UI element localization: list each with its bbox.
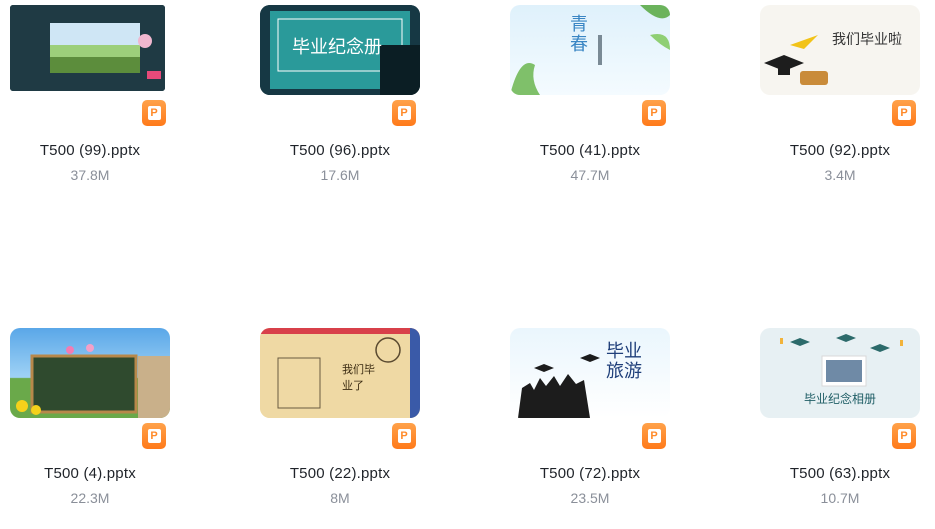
file-size: 3.4M [824, 167, 856, 183]
file-size: 8M [330, 490, 350, 506]
pptx-file-icon: P [642, 100, 666, 126]
file-thumbnail[interactable]: 我们毕业啦 [760, 5, 920, 95]
slide-preview-image [518, 354, 600, 418]
file-thumbnail[interactable]: 毕业纪念相册 [760, 328, 920, 418]
file-size: 17.6M [320, 167, 360, 183]
file-name[interactable]: T500 (99).pptx [0, 142, 190, 159]
pptx-file-icon: P [392, 100, 416, 126]
file-name[interactable]: T500 (92).pptx [740, 142, 935, 159]
file-thumbnail[interactable]: 毕业纪念册 [260, 5, 420, 95]
pptx-file-icon: P [892, 100, 916, 126]
thumbnail-title: 青春 [570, 14, 588, 55]
thumbnail-title: 毕业纪念相册 [804, 392, 877, 406]
file-size: 23.5M [570, 490, 610, 506]
file-size: 10.7M [820, 490, 860, 506]
file-name[interactable]: T500 (22).pptx [240, 465, 440, 482]
file-thumbnail[interactable] [10, 5, 165, 91]
pptx-file-icon: P [392, 423, 416, 449]
file-name[interactable]: T500 (72).pptx [490, 465, 690, 482]
thumbnail-title: 毕业旅游 [606, 341, 642, 382]
pptx-file-icon: P [142, 423, 166, 449]
file-size: 47.7M [570, 167, 610, 183]
thumbnail-title: 我们毕业啦 [832, 32, 902, 48]
file-thumbnail[interactable]: 我们毕业了 [260, 328, 420, 418]
file-thumbnail[interactable]: 毕业旅游 [510, 328, 670, 418]
file-thumbnail[interactable] [10, 328, 170, 418]
file-name[interactable]: T500 (41).pptx [490, 142, 690, 159]
slide-preview-image [10, 5, 165, 91]
file-thumbnail[interactable]: 青春 [510, 5, 670, 95]
file-size: 37.8M [70, 167, 110, 183]
file-name[interactable]: T500 (4).pptx [0, 465, 190, 482]
thumbnail-title: 毕业纪念册 [292, 37, 382, 58]
file-size: 22.3M [70, 490, 110, 506]
pptx-file-icon: P [642, 423, 666, 449]
pptx-file-icon: P [892, 423, 916, 449]
slide-preview-image [764, 35, 828, 85]
file-name[interactable]: T500 (96).pptx [240, 142, 440, 159]
file-name[interactable]: T500 (63).pptx [740, 465, 935, 482]
slide-preview-image [260, 328, 420, 418]
pptx-file-icon: P [142, 100, 166, 126]
thumbnail-title: 我们毕业了 [342, 363, 375, 392]
slide-preview-image [16, 344, 170, 418]
